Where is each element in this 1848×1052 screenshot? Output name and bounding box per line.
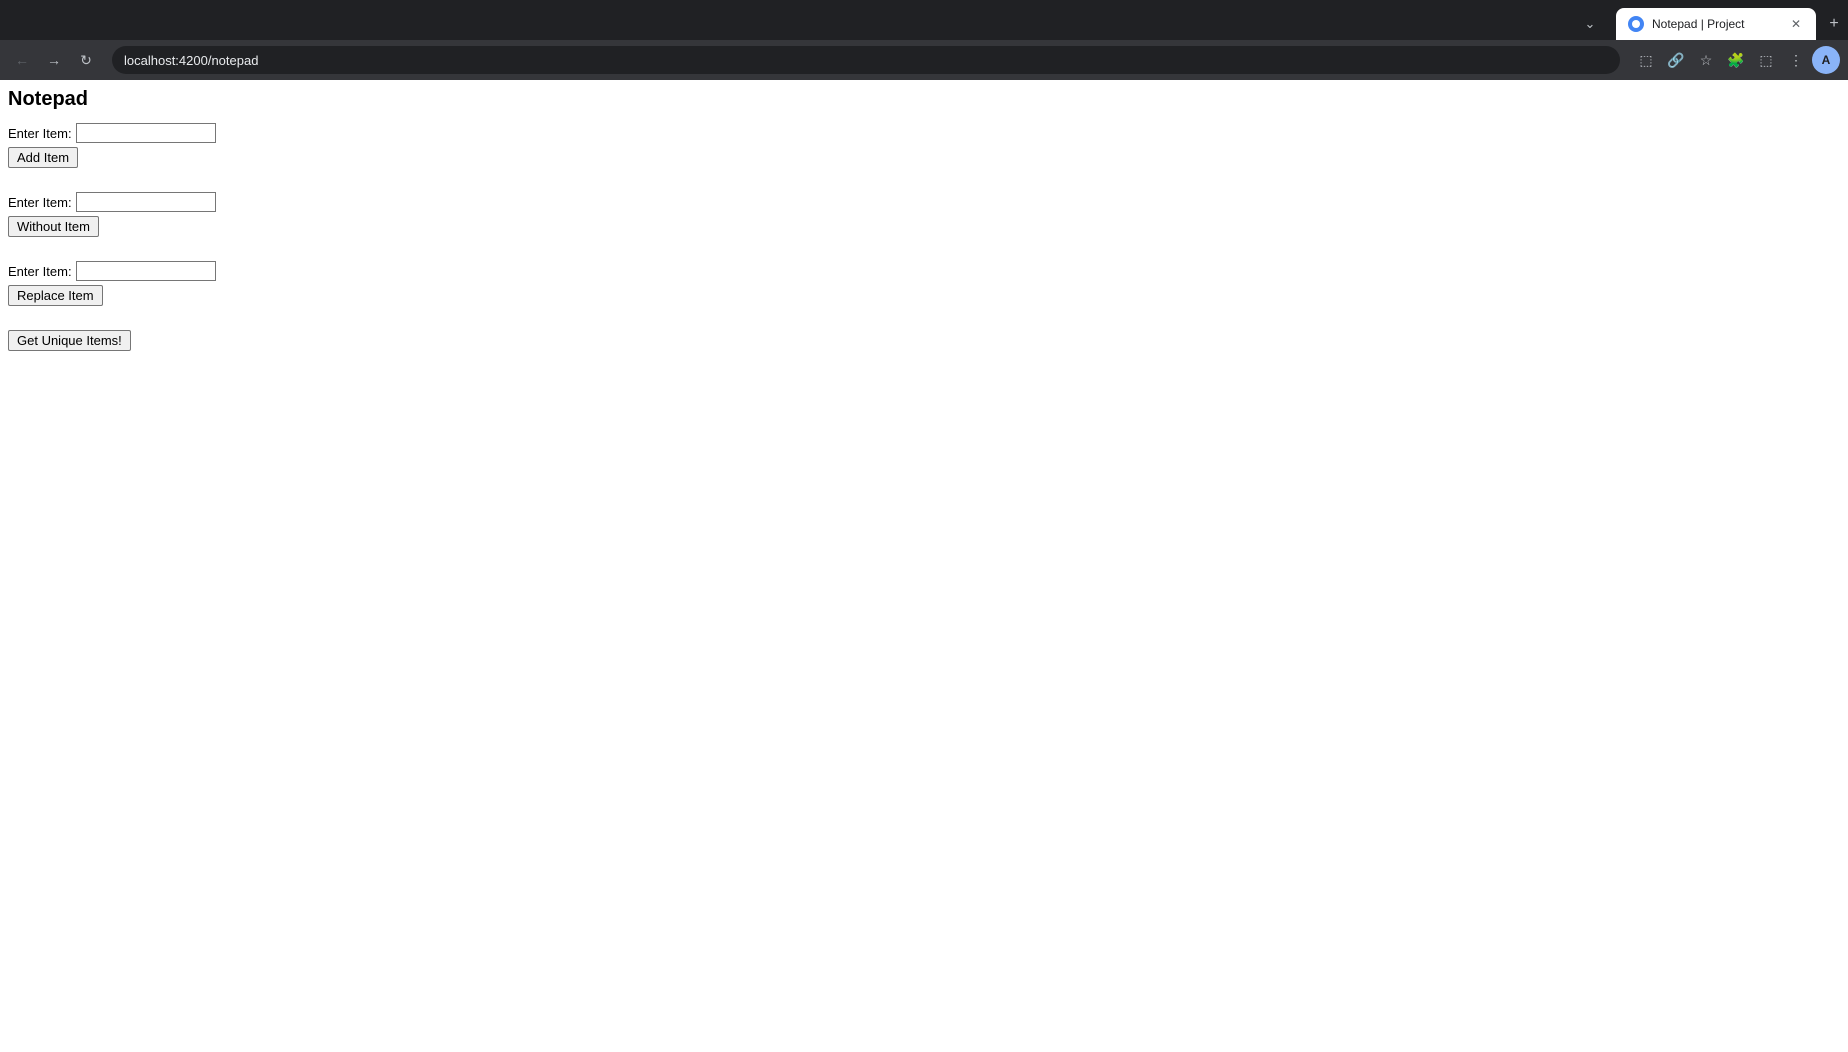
add-item-input[interactable]: [76, 123, 216, 143]
browser-chrome: ⌄ Notepad | Project ✕ + ← → ↻ localhost:…: [0, 0, 1848, 80]
tab-title: Notepad | Project: [1652, 17, 1780, 31]
replace-item-input[interactable]: [76, 261, 216, 281]
replace-item-section: Enter Item: Replace Item: [8, 261, 1840, 306]
get-unique-items-button[interactable]: Get Unique Items!: [8, 330, 131, 351]
add-item-row: Enter Item:: [8, 123, 1840, 143]
tab-close-button[interactable]: ✕: [1788, 16, 1804, 32]
without-item-row: Enter Item:: [8, 192, 1840, 212]
forward-button[interactable]: →: [40, 46, 68, 74]
without-item-section: Enter Item: Without Item: [8, 192, 1840, 237]
browser-toolbar: ← → ↻ localhost:4200/notepad ⬚ 🔗 ☆ 🧩: [0, 40, 1848, 80]
tab-bar: ⌄ Notepad | Project ✕ +: [0, 0, 1848, 40]
replace-item-button[interactable]: Replace Item: [8, 285, 103, 306]
menu-button[interactable]: ⋮: [1782, 46, 1810, 74]
page-title: Notepad: [8, 88, 1840, 111]
screen-cast-button[interactable]: ⬚: [1632, 46, 1660, 74]
toolbar-actions: ⬚ 🔗 ☆ 🧩 ⬚ ⋮ A: [1632, 46, 1840, 74]
replace-item-label: Enter Item:: [8, 264, 72, 279]
replace-item-row: Enter Item:: [8, 261, 1840, 281]
reload-button[interactable]: ↻: [72, 46, 100, 74]
tab-list-dropdown[interactable]: ⌄: [1580, 14, 1600, 34]
new-tab-button[interactable]: +: [1820, 10, 1848, 38]
without-item-button[interactable]: Without Item: [8, 216, 99, 237]
add-item-button[interactable]: Add Item: [8, 147, 78, 168]
add-item-label: Enter Item:: [8, 126, 72, 141]
extensions-button[interactable]: 🧩: [1722, 46, 1750, 74]
tab-favicon: [1628, 16, 1644, 32]
address-bar[interactable]: localhost:4200/notepad: [112, 46, 1620, 74]
without-item-label: Enter Item:: [8, 195, 72, 210]
bookmark-button[interactable]: ☆: [1692, 46, 1720, 74]
back-button[interactable]: ←: [8, 46, 36, 74]
without-item-input[interactable]: [76, 192, 216, 212]
active-tab[interactable]: Notepad | Project ✕: [1616, 8, 1816, 40]
share-button[interactable]: 🔗: [1662, 46, 1690, 74]
address-text: localhost:4200/notepad: [124, 53, 1608, 68]
add-item-section: Enter Item: Add Item: [8, 123, 1840, 168]
profile-button[interactable]: A: [1812, 46, 1840, 74]
favorites-button[interactable]: ⬚: [1752, 46, 1780, 74]
unique-items-section: Get Unique Items!: [8, 330, 1840, 351]
page-content: Notepad Enter Item: Add Item Enter Item:…: [0, 80, 1848, 1052]
